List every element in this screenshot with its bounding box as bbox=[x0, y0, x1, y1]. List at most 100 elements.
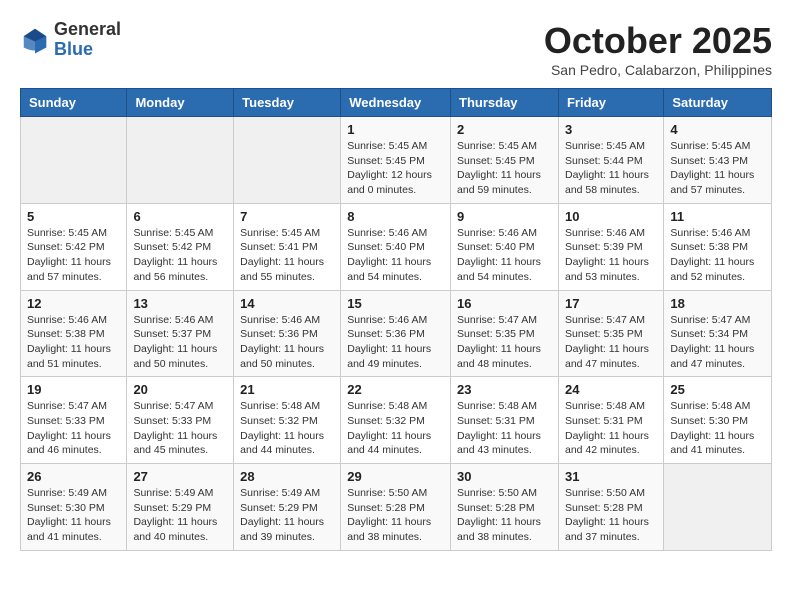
logo-text: General Blue bbox=[54, 20, 121, 60]
day-info: Sunrise: 5:48 AM Sunset: 5:32 PM Dayligh… bbox=[240, 399, 334, 458]
calendar-cell: 5 Sunrise: 5:45 AM Sunset: 5:42 PM Daylig… bbox=[21, 203, 127, 290]
day-number: 13 bbox=[133, 296, 227, 311]
calendar-header-row: SundayMondayTuesdayWednesdayThursdayFrid… bbox=[21, 89, 772, 117]
location-subtitle: San Pedro, Calabarzon, Philippines bbox=[544, 62, 772, 78]
day-info: Sunrise: 5:46 AM Sunset: 5:39 PM Dayligh… bbox=[565, 226, 657, 285]
calendar-cell: 29 Sunrise: 5:50 AM Sunset: 5:28 PM Dayli… bbox=[341, 464, 451, 551]
day-number: 16 bbox=[457, 296, 552, 311]
calendar-cell bbox=[127, 117, 234, 204]
calendar-cell: 27Sunrise: 5:49 AM Sunset: 5:29 PM Dayli… bbox=[127, 464, 234, 551]
day-info: Sunrise: 5:50 AM Sunset: 5:28 PM Dayligh… bbox=[347, 486, 444, 545]
calendar-cell: 23 Sunrise: 5:48 AM Sunset: 5:31 PM Dayli… bbox=[451, 377, 559, 464]
day-info: Sunrise: 5:45 AM Sunset: 5:41 PM Dayligh… bbox=[240, 226, 334, 285]
calendar-cell: 22 Sunrise: 5:48 AM Sunset: 5:32 PM Dayli… bbox=[341, 377, 451, 464]
day-info: Sunrise: 5:47 AM Sunset: 5:35 PM Dayligh… bbox=[457, 313, 552, 372]
day-number: 11 bbox=[670, 209, 765, 224]
day-info: Sunrise: 5:50 AM Sunset: 5:28 PM Dayligh… bbox=[457, 486, 552, 545]
calendar-cell: 26 Sunrise: 5:49 AM Sunset: 5:30 PM Dayli… bbox=[21, 464, 127, 551]
header-thursday: Thursday bbox=[451, 89, 559, 117]
calendar-cell: 8Sunrise: 5:46 AM Sunset: 5:40 PM Daylig… bbox=[341, 203, 451, 290]
day-number: 5 bbox=[27, 209, 120, 224]
day-info: Sunrise: 5:47 AM Sunset: 5:34 PM Dayligh… bbox=[670, 313, 765, 372]
calendar-cell: 24Sunrise: 5:48 AM Sunset: 5:31 PM Dayli… bbox=[558, 377, 663, 464]
day-number: 25 bbox=[670, 382, 765, 397]
calendar-cell: 28Sunrise: 5:49 AM Sunset: 5:29 PM Dayli… bbox=[234, 464, 341, 551]
day-info: Sunrise: 5:48 AM Sunset: 5:30 PM Dayligh… bbox=[670, 399, 765, 458]
calendar-cell: 20 Sunrise: 5:47 AM Sunset: 5:33 PM Dayli… bbox=[127, 377, 234, 464]
day-info: Sunrise: 5:45 AM Sunset: 5:43 PM Dayligh… bbox=[670, 139, 765, 198]
header-wednesday: Wednesday bbox=[341, 89, 451, 117]
logo-general: General bbox=[54, 20, 121, 40]
day-number: 26 bbox=[27, 469, 120, 484]
day-info: Sunrise: 5:45 AM Sunset: 5:42 PM Dayligh… bbox=[27, 226, 120, 285]
day-info: Sunrise: 5:46 AM Sunset: 5:36 PM Dayligh… bbox=[240, 313, 334, 372]
day-number: 20 bbox=[133, 382, 227, 397]
calendar-cell: 4Sunrise: 5:45 AM Sunset: 5:43 PM Daylig… bbox=[664, 117, 772, 204]
calendar-week-1: 1 Sunrise: 5:45 AM Sunset: 5:45 PM Daylig… bbox=[21, 117, 772, 204]
day-number: 2 bbox=[457, 122, 552, 137]
calendar-cell bbox=[664, 464, 772, 551]
calendar-week-2: 5 Sunrise: 5:45 AM Sunset: 5:42 PM Daylig… bbox=[21, 203, 772, 290]
day-info: Sunrise: 5:49 AM Sunset: 5:29 PM Dayligh… bbox=[133, 486, 227, 545]
calendar-week-4: 19 Sunrise: 5:47 AM Sunset: 5:33 PM Dayli… bbox=[21, 377, 772, 464]
calendar-cell bbox=[234, 117, 341, 204]
header-tuesday: Tuesday bbox=[234, 89, 341, 117]
calendar-cell: 1Sunrise: 5:45 AM Sunset: 5:45 PM Daylig… bbox=[341, 117, 451, 204]
day-number: 22 bbox=[347, 382, 444, 397]
day-number: 18 bbox=[670, 296, 765, 311]
day-info: Sunrise: 5:48 AM Sunset: 5:31 PM Dayligh… bbox=[565, 399, 657, 458]
calendar-cell: 9Sunrise: 5:46 AM Sunset: 5:40 PM Daylig… bbox=[451, 203, 559, 290]
calendar-cell bbox=[21, 117, 127, 204]
calendar-cell: 2 Sunrise: 5:45 AM Sunset: 5:45 PM Daylig… bbox=[451, 117, 559, 204]
day-info: Sunrise: 5:47 AM Sunset: 5:35 PM Dayligh… bbox=[565, 313, 657, 372]
day-number: 6 bbox=[133, 209, 227, 224]
day-info: Sunrise: 5:47 AM Sunset: 5:33 PM Dayligh… bbox=[133, 399, 227, 458]
logo-icon bbox=[20, 25, 50, 55]
day-number: 30 bbox=[457, 469, 552, 484]
calendar-week-5: 26 Sunrise: 5:49 AM Sunset: 5:30 PM Dayli… bbox=[21, 464, 772, 551]
day-info: Sunrise: 5:46 AM Sunset: 5:36 PM Dayligh… bbox=[347, 313, 444, 372]
logo-blue: Blue bbox=[54, 40, 121, 60]
day-number: 19 bbox=[27, 382, 120, 397]
title-section: October 2025 San Pedro, Calabarzon, Phil… bbox=[544, 20, 772, 78]
day-number: 12 bbox=[27, 296, 120, 311]
header-saturday: Saturday bbox=[664, 89, 772, 117]
day-number: 15 bbox=[347, 296, 444, 311]
day-info: Sunrise: 5:50 AM Sunset: 5:28 PM Dayligh… bbox=[565, 486, 657, 545]
calendar-cell: 6Sunrise: 5:45 AM Sunset: 5:42 PM Daylig… bbox=[127, 203, 234, 290]
month-title: October 2025 bbox=[544, 20, 772, 62]
calendar-cell: 21 Sunrise: 5:48 AM Sunset: 5:32 PM Dayli… bbox=[234, 377, 341, 464]
day-number: 10 bbox=[565, 209, 657, 224]
day-info: Sunrise: 5:48 AM Sunset: 5:32 PM Dayligh… bbox=[347, 399, 444, 458]
calendar-cell: 14 Sunrise: 5:46 AM Sunset: 5:36 PM Dayli… bbox=[234, 290, 341, 377]
day-number: 7 bbox=[240, 209, 334, 224]
day-number: 29 bbox=[347, 469, 444, 484]
calendar-cell: 15 Sunrise: 5:46 AM Sunset: 5:36 PM Dayli… bbox=[341, 290, 451, 377]
day-info: Sunrise: 5:46 AM Sunset: 5:40 PM Dayligh… bbox=[457, 226, 552, 285]
calendar-cell: 17 Sunrise: 5:47 AM Sunset: 5:35 PM Dayli… bbox=[558, 290, 663, 377]
day-info: Sunrise: 5:45 AM Sunset: 5:45 PM Dayligh… bbox=[457, 139, 552, 198]
calendar-cell: 12Sunrise: 5:46 AM Sunset: 5:38 PM Dayli… bbox=[21, 290, 127, 377]
page-header: General Blue October 2025 San Pedro, Cal… bbox=[20, 20, 772, 78]
day-info: Sunrise: 5:49 AM Sunset: 5:30 PM Dayligh… bbox=[27, 486, 120, 545]
calendar-table: SundayMondayTuesdayWednesdayThursdayFrid… bbox=[20, 88, 772, 551]
calendar-cell: 25 Sunrise: 5:48 AM Sunset: 5:30 PM Dayli… bbox=[664, 377, 772, 464]
day-number: 3 bbox=[565, 122, 657, 137]
day-number: 23 bbox=[457, 382, 552, 397]
calendar-cell: 11 Sunrise: 5:46 AM Sunset: 5:38 PM Dayli… bbox=[664, 203, 772, 290]
day-number: 28 bbox=[240, 469, 334, 484]
calendar-cell: 18 Sunrise: 5:47 AM Sunset: 5:34 PM Dayli… bbox=[664, 290, 772, 377]
header-friday: Friday bbox=[558, 89, 663, 117]
day-info: Sunrise: 5:46 AM Sunset: 5:38 PM Dayligh… bbox=[670, 226, 765, 285]
calendar-cell: 16 Sunrise: 5:47 AM Sunset: 5:35 PM Dayli… bbox=[451, 290, 559, 377]
calendar-cell: 19Sunrise: 5:47 AM Sunset: 5:33 PM Dayli… bbox=[21, 377, 127, 464]
day-number: 21 bbox=[240, 382, 334, 397]
day-number: 17 bbox=[565, 296, 657, 311]
day-number: 31 bbox=[565, 469, 657, 484]
day-info: Sunrise: 5:48 AM Sunset: 5:31 PM Dayligh… bbox=[457, 399, 552, 458]
calendar-cell: 30 Sunrise: 5:50 AM Sunset: 5:28 PM Dayli… bbox=[451, 464, 559, 551]
day-number: 1 bbox=[347, 122, 444, 137]
day-number: 14 bbox=[240, 296, 334, 311]
calendar-cell: 7 Sunrise: 5:45 AM Sunset: 5:41 PM Daylig… bbox=[234, 203, 341, 290]
day-info: Sunrise: 5:46 AM Sunset: 5:40 PM Dayligh… bbox=[347, 226, 444, 285]
